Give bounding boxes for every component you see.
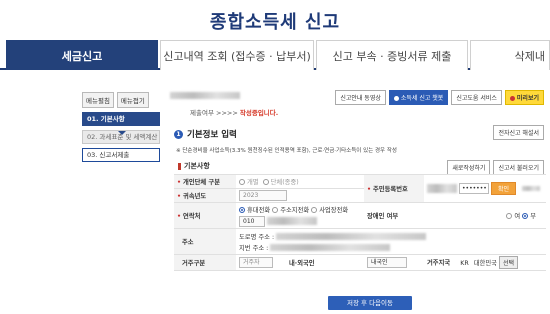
- row-address: 주소 도로명 주소 : 지번 주소 :: [174, 228, 546, 255]
- phone-type-radios: 휴대전화 주소지전화 사업장전화: [239, 205, 361, 214]
- phone-number-redacted: [267, 217, 318, 225]
- address-label: 주소: [174, 228, 236, 255]
- rrn-confirm-button[interactable]: 확인: [491, 182, 517, 195]
- preview-button[interactable]: 미리보기: [504, 90, 544, 105]
- nationality-label: 내·외국인: [289, 259, 315, 267]
- disabled-no-radio[interactable]: [522, 213, 529, 219]
- phone-input-row: 010: [239, 215, 361, 227]
- rrn-field: ••••••• 확인: [424, 174, 546, 203]
- disabled-yes-radio[interactable]: [506, 213, 513, 219]
- residence-select[interactable]: 거주자: [239, 257, 273, 268]
- basic-buttons: 새로작성하기 신고서 불러오기: [447, 160, 544, 175]
- status-value: 작성중입니다.: [239, 109, 279, 117]
- disabled-label: 장애인 여부: [364, 202, 424, 229]
- residence-cell: 거주자 내·외국인: [236, 254, 364, 271]
- sidebar-item-basic-info[interactable]: 01. 기본사항: [82, 112, 160, 126]
- filing-status: 제출여부 >>>> 작성중입니다.: [190, 107, 278, 117]
- type-label: 개인단체 구분: [174, 174, 236, 189]
- help-service-button[interactable]: 신고도움 서비스: [451, 90, 502, 105]
- disabled-no-label: 부: [530, 213, 536, 220]
- new-write-button[interactable]: 새로작성하기: [447, 160, 491, 175]
- info-row: 제출여부 >>>> 작성중입니다.: [170, 92, 278, 117]
- top-buttons: 신고안내 동영상 소득세 신고 챗봇 신고도움 서비스 미리보기: [335, 90, 544, 105]
- home-phone-label: 주소지전화: [280, 206, 310, 214]
- page-title: 종합소득세 신고: [209, 12, 341, 33]
- section-title: 1 기본정보 입력: [174, 128, 237, 140]
- active-step-arrow-icon: [118, 131, 126, 135]
- disabled-radio-group: 여 부: [424, 202, 546, 229]
- phone-prefix-select[interactable]: 010: [239, 215, 265, 227]
- business-phone-label: 사업장전화: [319, 206, 349, 214]
- row-residence: 거주구분 거주자 내·외국인 내국인 거주지국 KR 대한민국 선택: [174, 254, 546, 271]
- section-title-text: 기본정보 입력: [187, 130, 237, 140]
- country-code: KR: [460, 259, 469, 267]
- status-arrows: >>>>: [216, 109, 238, 117]
- country-cell: 거주지국 KR 대한민국 선택: [424, 254, 546, 271]
- contact-cell: 휴대전화 주소지전화 사업장전화 010: [236, 202, 364, 229]
- year-cell: 2023: [236, 188, 364, 203]
- sidebar-item-submit[interactable]: 03. 신고서제출: [82, 148, 160, 162]
- address-cell: 도로명 주소 : 지번 주소 :: [236, 228, 546, 255]
- nationality-select[interactable]: 내국인: [367, 257, 407, 268]
- country-name: 대한민국: [473, 259, 497, 267]
- row-type: 개인단체 구분 개별 단체(종중) 주민등록번호 ••••••• 확인: [174, 174, 546, 203]
- lot-address-redacted: [270, 244, 391, 251]
- type-group-label: 단체(종중): [270, 179, 299, 186]
- home-phone-radio[interactable]: [272, 206, 279, 213]
- sidebar: 메뉴펼침 메뉴접기 01. 기본사항 02. 과세표준 및 세액계산 03. 신…: [82, 92, 160, 162]
- residence-label: 거주구분: [174, 254, 236, 271]
- tab-tax-filing[interactable]: 세금신고: [6, 40, 158, 70]
- tab-filing-history[interactable]: 신고내역 조회 (접수증 · 납부서): [160, 40, 314, 70]
- rrn-back-input[interactable]: •••••••: [459, 183, 490, 194]
- preview-label: 미리보기: [516, 95, 539, 102]
- road-address-label: 도로명 주소 :: [239, 233, 275, 241]
- country-label: 거주지국: [427, 259, 451, 267]
- tab-delete[interactable]: 삭제내: [470, 40, 550, 70]
- menu-expand-button[interactable]: 메뉴펼침: [82, 92, 114, 108]
- guide-video-button[interactable]: 신고안내 동영상: [335, 90, 386, 105]
- basic-info-heading: 기본사항: [178, 161, 210, 171]
- rrn-label: 주민등록번호: [364, 174, 424, 203]
- year-label: 귀속년도: [174, 188, 236, 203]
- main-tabs: 세금신고 신고내역 조회 (접수증 · 납부서) 신고 부속 · 증빙서류 제출…: [0, 40, 550, 70]
- menu-collapse-button[interactable]: 메뉴접기: [116, 92, 149, 108]
- chatbot-icon: [393, 96, 399, 101]
- rrn-result-redacted: [522, 185, 541, 191]
- mobile-radio[interactable]: [239, 206, 245, 213]
- lot-address: 지번 주소 :: [239, 243, 543, 252]
- mobile-label: 휴대전화: [247, 206, 271, 214]
- year-select[interactable]: 2023: [239, 190, 287, 201]
- status-label: 제출여부: [190, 109, 214, 117]
- lot-address-label: 지번 주소 :: [239, 244, 269, 252]
- load-return-button[interactable]: 신고서 불러오기: [493, 160, 544, 175]
- preview-icon: [509, 96, 515, 101]
- save-next-button[interactable]: 저장 후 다음이동: [328, 296, 412, 310]
- row-contact: 연락처 휴대전화 주소지전화 사업장전화 010 장애인 여부 여 부: [174, 202, 546, 229]
- country-select-button[interactable]: 선택: [498, 256, 518, 269]
- contact-label: 연락처: [174, 202, 236, 229]
- nationality-cell: 내국인: [364, 254, 424, 271]
- section-number-icon: 1: [174, 130, 183, 139]
- disabled-yes-label: 여: [514, 213, 521, 220]
- type-group-radio[interactable]: [262, 179, 269, 185]
- chatbot-label: 소득세 신고 챗봇: [400, 95, 444, 102]
- tab-document-submission[interactable]: 신고 부속 · 증빙서류 제출: [316, 40, 468, 70]
- redacted-user-info: [170, 92, 240, 99]
- e-filing-guide-button[interactable]: 전자신고 해설서: [493, 125, 544, 140]
- basic-info-form: 개인단체 구분 개별 단체(종중) 주민등록번호 ••••••• 확인 귀속년도…: [174, 174, 546, 271]
- type-radio-group: 개별 단체(종중): [236, 174, 364, 189]
- type-individual-radio[interactable]: [239, 179, 245, 185]
- road-address: 도로명 주소 :: [239, 232, 543, 241]
- type-individual-label: 개별: [247, 179, 259, 186]
- section-note: ※ 단순경비율 사업소득(3.3% 원천징수된 인적용역 포함), 근로·연금·…: [176, 148, 397, 154]
- rrn-front-redacted: [427, 184, 457, 193]
- road-address-redacted: [276, 233, 427, 240]
- chatbot-button[interactable]: 소득세 신고 챗봇: [388, 90, 449, 105]
- business-phone-radio[interactable]: [311, 206, 318, 213]
